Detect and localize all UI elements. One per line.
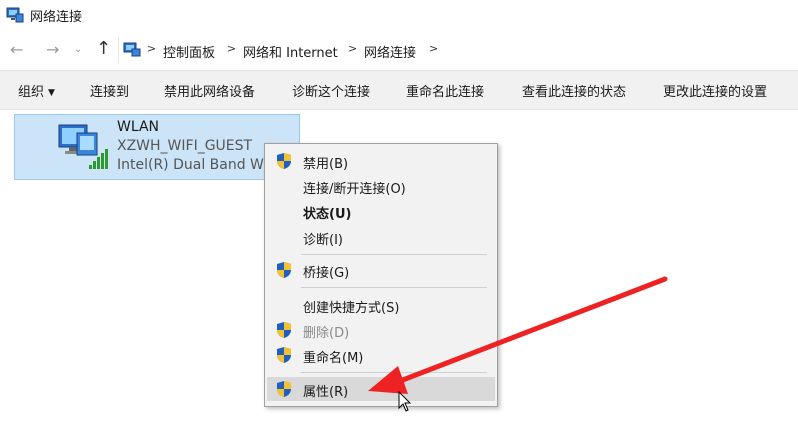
annotation-arrow-icon [368,276,668,394]
mouse-cursor-icon [398,391,412,412]
